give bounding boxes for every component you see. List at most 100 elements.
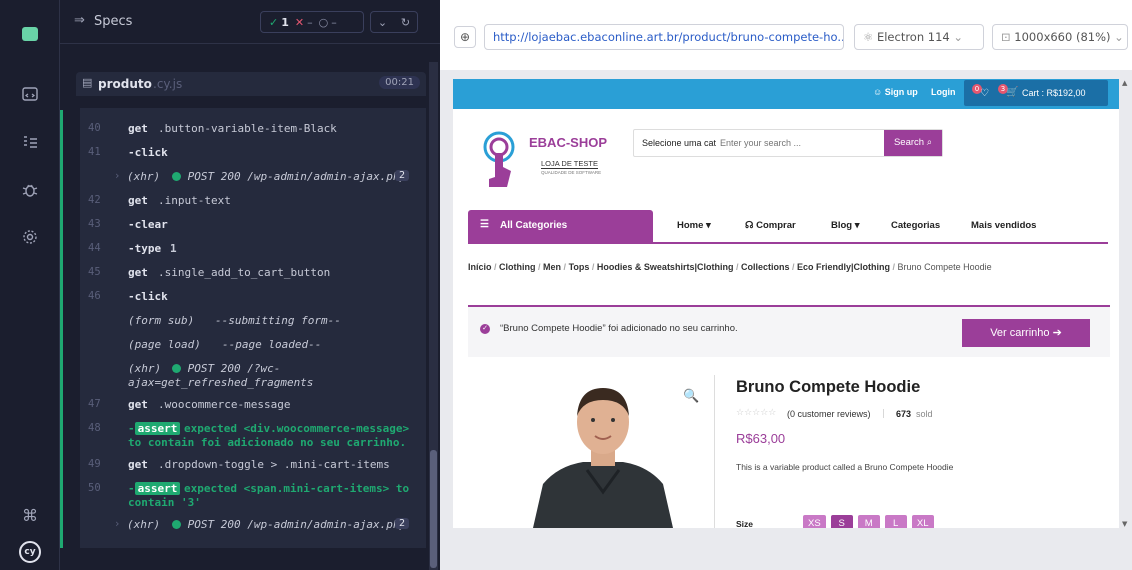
scrollbar[interactable] (429, 62, 438, 570)
assert-badge: assert (134, 482, 181, 495)
selector-playground-icon[interactable]: ⊕ (454, 26, 476, 48)
settings-gear-icon[interactable] (18, 225, 42, 249)
command-number: 47 (88, 398, 101, 410)
woocommerce-message: ✓ “Bruno Compete Hoodie” foi adicionado … (468, 305, 1110, 357)
spec-file-ext: .cy.js (153, 77, 183, 91)
breadcrumb-item[interactable]: Clothing (499, 262, 536, 272)
size-option-l[interactable]: L (884, 515, 907, 528)
arrow-right-icon: ➔ (1052, 327, 1062, 339)
breadcrumb-current: Bruno Compete Hoodie (897, 262, 992, 272)
specs-list-icon[interactable] (18, 130, 42, 154)
all-categories-label: All Categories (500, 220, 568, 231)
breadcrumb: Início / Clothing / Men / Tops / Hoodies… (468, 262, 992, 272)
product-price: R$63,00 (736, 431, 786, 446)
view-cart-button[interactable]: Ver carrinho ➔ (962, 319, 1090, 347)
size-option-xl[interactable]: XL (911, 515, 934, 528)
specs-label[interactable]: Specs (94, 14, 132, 29)
signup-link[interactable]: ☺ Sign up (873, 87, 918, 97)
login-link[interactable]: Login (931, 87, 956, 97)
command-number: 43 (88, 218, 101, 230)
size-label: Size (736, 519, 754, 528)
viewport-info[interactable]: ⊡ 1000x660 (81%) ⌄ (992, 24, 1128, 50)
category-select[interactable]: Selecione uma cat (642, 138, 716, 148)
project-square-icon (22, 27, 38, 41)
nav-mais-vendidos[interactable]: Mais vendidos (971, 220, 1036, 231)
expand-chevron-icon[interactable]: › (114, 518, 120, 530)
breadcrumb-item[interactable]: Início (468, 262, 492, 272)
size-option-m[interactable]: M (857, 515, 880, 528)
nav-home[interactable]: Home ▾ (677, 220, 711, 231)
nav-comprar[interactable]: ☊ Comprar (745, 220, 796, 231)
zoom-search-icon[interactable]: 🔍 (683, 389, 699, 404)
command-message: expected <span.mini-cart-items> to (184, 482, 410, 495)
cart-icon: 🛒 (1006, 87, 1019, 98)
shop-logo[interactable]: EBAC-SHOP LOJA DE TESTE QUALIDADE DE SOF… (481, 127, 621, 199)
all-categories-button[interactable]: ☰ All Categories (468, 210, 653, 242)
chevron-down-icon: ⌄ (953, 30, 964, 44)
project-icon[interactable] (18, 22, 42, 46)
command-message: POST 200 /wp-admin/admin-ajax.php (187, 170, 407, 183)
xhr-count-badge: 2 (395, 170, 410, 181)
command-number: 40 (88, 122, 101, 134)
failed-x-icon: ✕ (294, 15, 305, 29)
command-number: 49 (88, 458, 101, 470)
failed-count: – (307, 15, 313, 29)
product-description: This is a variable product called a Brun… (736, 462, 954, 472)
viewport-size: 1000x660 (81%) (1014, 30, 1111, 44)
cart-total: Cart : R$192,00 (1022, 88, 1086, 98)
breadcrumb-item[interactable]: Tops (569, 262, 590, 272)
heart-icon[interactable]: ♡ (980, 88, 989, 99)
breadcrumb-item[interactable]: Hoodies & Sweatshirts|Clothing (597, 262, 734, 272)
scrollbar-thumb[interactable] (430, 450, 437, 568)
breadcrumb-item[interactable]: Eco Friendly|Clothing (797, 262, 890, 272)
nav-blog[interactable]: Blog ▾ (831, 220, 860, 231)
browser-select[interactable]: ⚛ Electron 114 ⌄ (854, 24, 984, 50)
assert-label: - assert (128, 482, 181, 495)
url-field[interactable]: http://lojaebac.ebaconline.art.br/produc… (484, 24, 844, 50)
test-stats: ✓ 1 ✕ – ○ – (260, 11, 364, 33)
nav-blog-label: Blog (831, 220, 853, 231)
product-title: Bruno Compete Hoodie (736, 378, 921, 396)
command-name: -clear (128, 218, 168, 231)
search-input[interactable] (720, 133, 880, 153)
shop-page: ☺ Sign up Login 0 ♡ 3 🛒 Cart : R$192,00 … (453, 79, 1119, 528)
keyboard-shortcuts-icon[interactable]: ⌘ (18, 503, 42, 527)
command-message: --page loaded-- (222, 338, 322, 351)
size-option-xs[interactable]: XS (803, 515, 826, 528)
product-image[interactable] (513, 374, 693, 528)
command-name: get (128, 266, 148, 279)
nav-categorias[interactable]: Categorias (891, 220, 940, 231)
xhr-count-badge: 2 (395, 518, 410, 529)
breadcrumb-item[interactable]: Men (543, 262, 561, 272)
spec-file-header: ▤ produto .cy.js 00:21 (76, 72, 426, 96)
command-name: get (128, 122, 148, 135)
signup-label: Sign up (884, 87, 918, 97)
cypress-sidebar: ⌘ cy (0, 0, 60, 570)
command-number: 50 (88, 482, 101, 494)
chevron-down-icon[interactable]: ⌄ (378, 16, 387, 29)
viewport-icon: ⊡ (1001, 30, 1011, 44)
nav-comprar-label: Comprar (756, 220, 796, 231)
hoodie-model-image (533, 388, 673, 528)
cart-area[interactable]: 0 ♡ 3 🛒 Cart : R$192,00 (964, 80, 1108, 106)
browser-name: Electron 114 (876, 30, 950, 44)
aut-scrollbar[interactable]: ▲ ▼ (1122, 79, 1130, 528)
command-message-continued: to contain foi adicionado no seu carrinh… (128, 436, 407, 449)
size-option-s[interactable]: S (830, 515, 853, 528)
command-message: .dropdown-toggle > .mini-cart-items (158, 458, 390, 471)
runs-icon[interactable] (18, 82, 42, 106)
rerun-icon[interactable]: ↻ (401, 16, 410, 29)
search-button[interactable]: Search ⌕ (884, 130, 942, 156)
separator: | (882, 409, 886, 419)
command-message: .input-text (158, 194, 231, 207)
command-name: (form sub) (128, 314, 195, 327)
reviews-link[interactable]: (0 customer reviews) (787, 409, 871, 419)
expand-chevron-icon[interactable]: › (114, 170, 120, 182)
file-icon: ▤ (82, 76, 93, 89)
command-message: expected <div.woocommerce-message> (184, 422, 410, 435)
command-number: 42 (88, 194, 101, 206)
breadcrumb-item[interactable]: Collections (741, 262, 790, 272)
command-name: get (128, 194, 148, 207)
debug-bug-icon[interactable] (18, 178, 42, 202)
specs-toggle-icon[interactable]: ⇒ (74, 13, 85, 28)
